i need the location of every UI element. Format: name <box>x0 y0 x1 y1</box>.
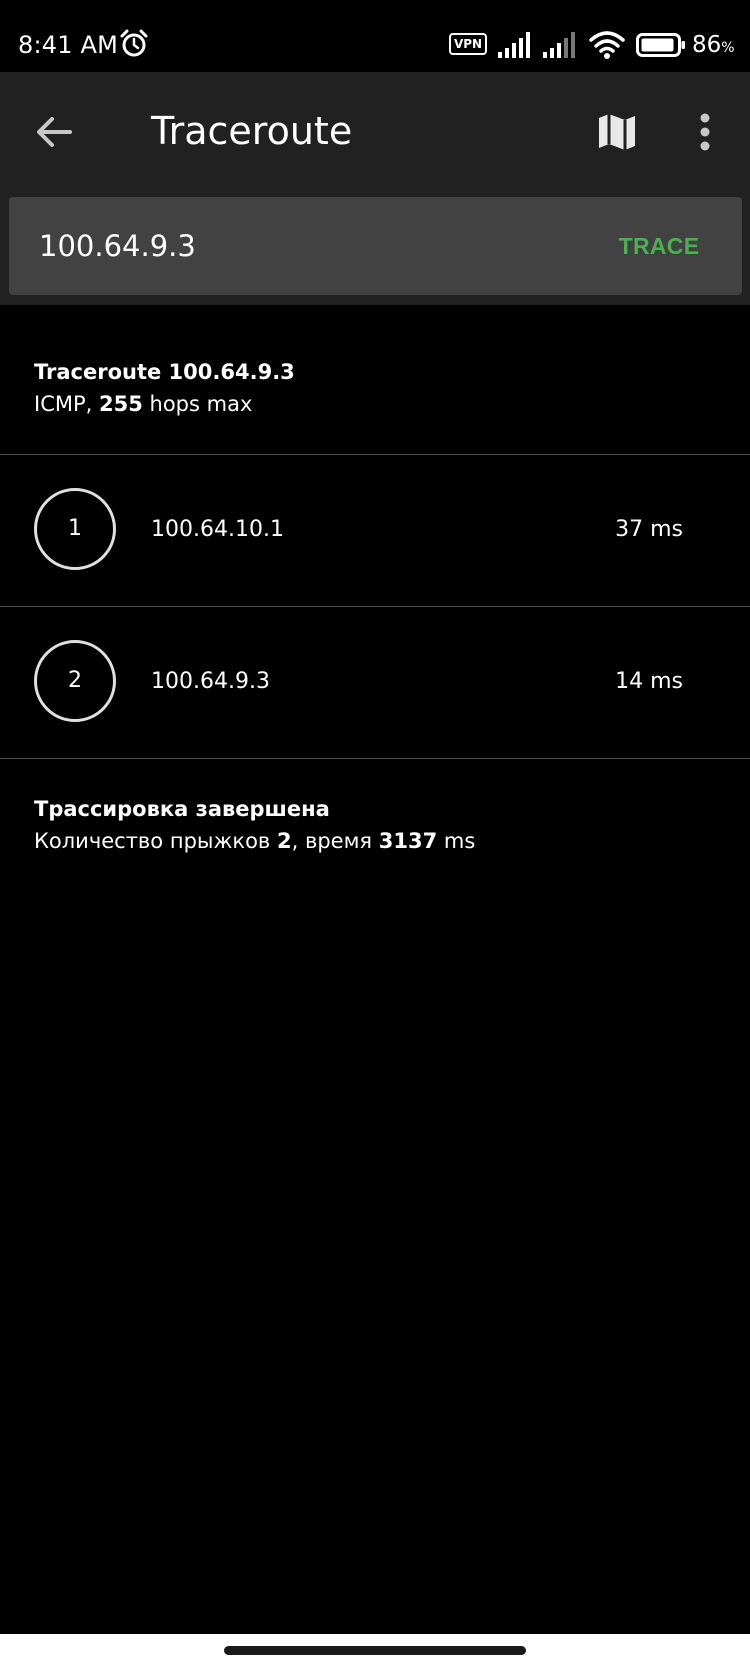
home-gesture-handle[interactable] <box>224 1646 526 1655</box>
trace-summary: Traceroute 100.64.9.3 ICMP, 255 hops max <box>34 356 714 420</box>
signal-icon <box>543 32 575 58</box>
hop-row[interactable]: 1 100.64.10.1 37 ms <box>0 455 750 605</box>
host-input[interactable] <box>39 221 539 271</box>
trace-input-area: TRACE <box>0 192 750 305</box>
hop-time: 37 ms <box>615 517 683 542</box>
hop-time: 14 ms <box>615 669 683 694</box>
signal-icon <box>498 32 530 58</box>
alarm-icon <box>120 29 148 57</box>
page-title: Traceroute <box>151 109 353 153</box>
trace-params: ICMP, 255 hops max <box>34 392 253 416</box>
battery-percent: 86% <box>692 32 735 58</box>
battery-icon <box>636 33 685 57</box>
trace-title: Traceroute 100.64.9.3 <box>34 360 295 384</box>
hop-ip: 100.64.9.3 <box>151 669 270 694</box>
status-bar: 8:41 AM VPN 86% <box>0 0 750 72</box>
max-hops: 255 <box>99 392 143 416</box>
host-input-box: TRACE <box>9 197 742 295</box>
map-icon[interactable] <box>589 104 645 160</box>
hop-count: 2 <box>276 829 292 853</box>
vpn-icon: VPN <box>449 33 487 55</box>
app-toolbar: Traceroute <box>0 72 750 192</box>
status-time: 8:41 AM <box>18 31 119 59</box>
navigation-bar <box>0 1634 750 1666</box>
trace-stats: Количество прыжков 2, время 3137 ms <box>34 829 476 853</box>
wifi-icon <box>589 31 625 59</box>
divider <box>0 758 750 759</box>
trace-complete-title: Трассировка завершена <box>34 797 330 821</box>
total-time: 3137 <box>378 829 438 853</box>
more-vert-icon[interactable] <box>677 104 733 160</box>
back-arrow-icon[interactable] <box>26 104 82 160</box>
trace-result: Трассировка завершена Количество прыжков… <box>34 793 714 857</box>
hop-row[interactable]: 2 100.64.9.3 14 ms <box>0 607 750 757</box>
hop-number-badge: 2 <box>34 640 116 722</box>
hop-ip: 100.64.10.1 <box>151 517 284 542</box>
trace-button[interactable]: TRACE <box>599 221 719 271</box>
hop-number-badge: 1 <box>34 488 116 570</box>
